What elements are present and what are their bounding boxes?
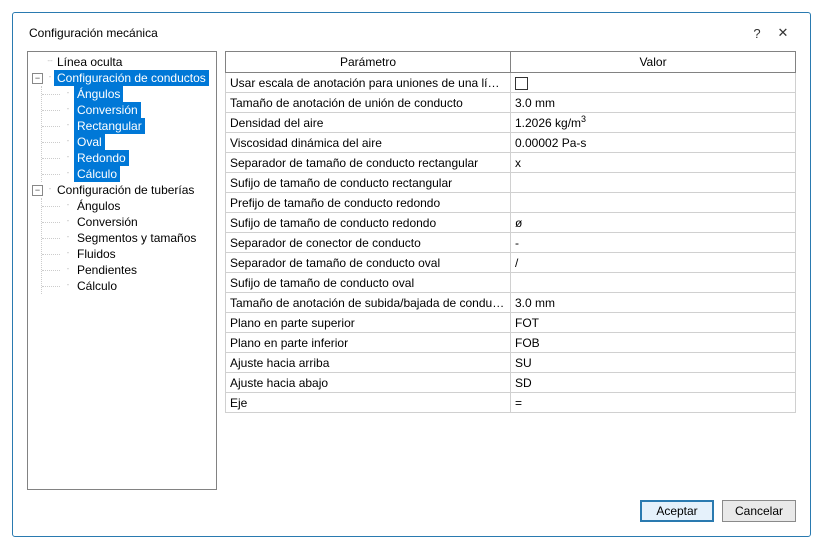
param-value[interactable]: ø [511,213,796,233]
tree-item-pipe-settings[interactable]: − - Configuración de tuberías [32,182,216,198]
nav-tree[interactable]: -- Línea oculta − - Configuración de con… [27,51,217,490]
tree-item-pipe-conversion[interactable]: -Conversión [64,214,216,230]
tree-item-duct-settings[interactable]: − - Configuración de conductos [32,70,216,86]
param-label: Separador de tamaño de conducto rectangu… [226,153,511,173]
param-value[interactable]: SD [511,373,796,393]
param-label: Tamaño de anotación de subida/bajada de … [226,293,511,313]
table-row: Ajuste hacia abajoSD [226,373,796,393]
param-label: Plano en parte superior [226,313,511,333]
close-icon[interactable]: ✕ [770,25,796,41]
ok-button[interactable]: Aceptar [640,500,714,522]
param-label: Densidad del aire [226,113,511,133]
param-label: Usar escala de anotación para uniones de… [226,73,511,93]
tree-connector-icon: - [46,69,54,85]
tree-item-oval[interactable]: -Oval [64,134,216,150]
param-label: Prefijo de tamaño de conducto redondo [226,193,511,213]
param-value[interactable]: 0.00002 Pa-s [511,133,796,153]
param-label: Ajuste hacia arriba [226,353,511,373]
param-value[interactable] [511,173,796,193]
table-row: Sufijo de tamaño de conducto rectangular [226,173,796,193]
table-row: Ajuste hacia arribaSU [226,353,796,373]
collapse-icon[interactable]: − [32,73,43,84]
param-label: Tamaño de anotación de unión de conducto [226,93,511,113]
tree-item-pipe-angles[interactable]: -Ángulos [64,198,216,214]
param-value[interactable] [511,273,796,293]
tree-item-slopes[interactable]: -Pendientes [64,262,216,278]
table-row: Separador de tamaño de conducto oval/ [226,253,796,273]
tree-item-segments-sizes[interactable]: -Segmentos y tamaños [64,230,216,246]
table-row: Tamaño de anotación de subida/bajada de … [226,293,796,313]
table-row: Separador de tamaño de conducto rectangu… [226,153,796,173]
param-label: Sufijo de tamaño de conducto oval [226,273,511,293]
col-value: Valor [511,52,796,73]
checkbox-icon[interactable] [515,77,528,90]
tree-item-rectangular[interactable]: -Rectangular [64,118,216,134]
collapse-icon[interactable]: − [32,185,43,196]
param-value[interactable]: 1.2026 kg/m3 [511,113,796,133]
tree-item-calculation[interactable]: -Cálculo [64,166,216,182]
tree-item-fluids[interactable]: -Fluidos [64,246,216,262]
param-value[interactable]: = [511,393,796,413]
param-value[interactable]: / [511,253,796,273]
param-label: Viscosidad dinámica del aire [226,133,511,153]
param-label: Plano en parte inferior [226,333,511,353]
param-value[interactable]: 3.0 mm [511,93,796,113]
table-row: Densidad del aire1.2026 kg/m3 [226,113,796,133]
table-row: Tamaño de anotación de unión de conducto… [226,93,796,113]
table-row: Sufijo de tamaño de conducto oval [226,273,796,293]
param-label: Eje [226,393,511,413]
param-value[interactable] [511,73,796,93]
tree-connector-icon: - [46,181,54,197]
dialog-title: Configuración mecánica [29,26,158,40]
param-label: Sufijo de tamaño de conducto redondo [226,213,511,233]
param-value[interactable]: - [511,233,796,253]
param-value[interactable]: 3.0 mm [511,293,796,313]
dialog-footer: Aceptar Cancelar [27,490,796,522]
table-row: Separador de conector de conducto- [226,233,796,253]
help-icon[interactable]: ? [744,26,770,41]
param-value[interactable]: SU [511,353,796,373]
tree-item-hidden-line[interactable]: -- Línea oculta [46,54,216,70]
mechanical-settings-dialog: Configuración mecánica ? ✕ -- Línea ocul… [12,12,811,537]
table-row: Plano en parte superiorFOT [226,313,796,333]
param-label: Separador de tamaño de conducto oval [226,253,511,273]
parameter-grid: Parámetro Valor Usar escala de anotación… [225,51,796,490]
param-value[interactable]: FOB [511,333,796,353]
table-row: Eje= [226,393,796,413]
param-label: Separador de conector de conducto [226,233,511,253]
table-row: Sufijo de tamaño de conducto redondoø [226,213,796,233]
titlebar: Configuración mecánica ? ✕ [27,21,796,51]
table-row: Prefijo de tamaño de conducto redondo [226,193,796,213]
tree-item-angles[interactable]: -Ángulos [64,86,216,102]
param-value[interactable]: FOT [511,313,796,333]
cancel-button[interactable]: Cancelar [722,500,796,522]
param-value[interactable]: x [511,153,796,173]
tree-item-round[interactable]: -Redondo [64,150,216,166]
table-row: Viscosidad dinámica del aire0.00002 Pa-s [226,133,796,153]
tree-connector-icon: -- [46,53,54,69]
param-label: Sufijo de tamaño de conducto rectangular [226,173,511,193]
col-parameter: Parámetro [226,52,511,73]
param-value[interactable] [511,193,796,213]
tree-item-pipe-calc[interactable]: -Cálculo [64,278,216,294]
table-row: Usar escala de anotación para uniones de… [226,73,796,93]
param-label: Ajuste hacia abajo [226,373,511,393]
table-row: Plano en parte inferiorFOB [226,333,796,353]
tree-item-conversion[interactable]: -Conversión [64,102,216,118]
